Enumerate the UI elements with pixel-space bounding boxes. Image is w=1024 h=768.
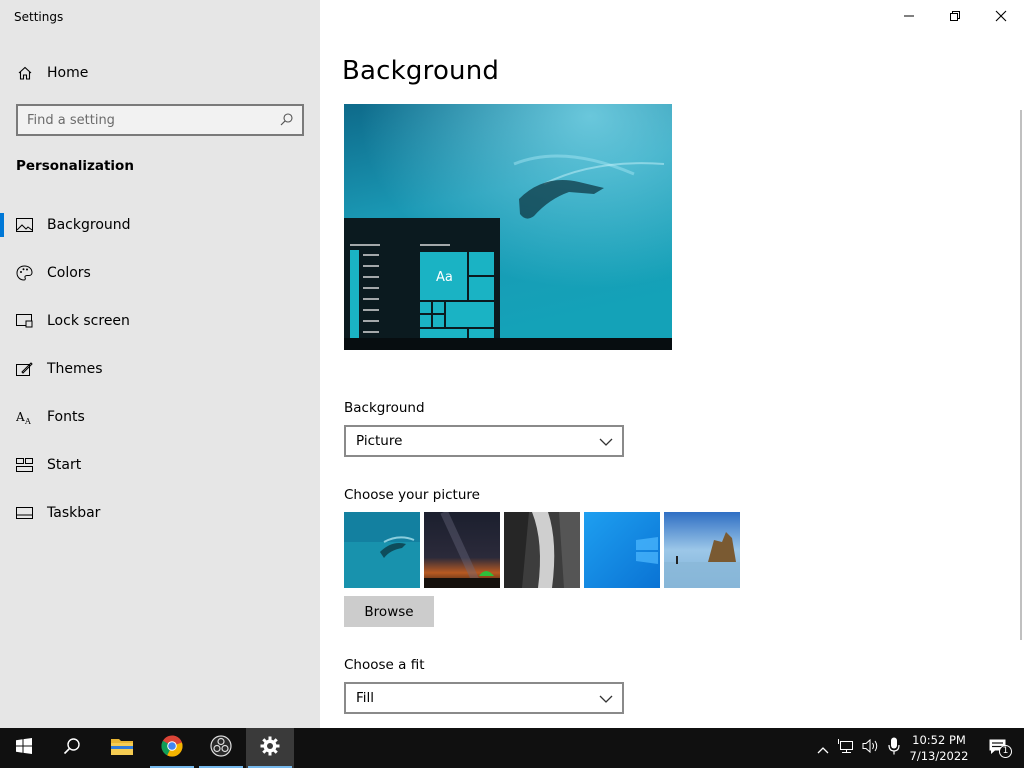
fonts-icon: AA — [16, 409, 33, 426]
settings-button[interactable] — [246, 728, 294, 768]
svg-text:A: A — [16, 410, 25, 424]
settings-icon — [260, 736, 280, 760]
obs-icon — [210, 735, 232, 761]
close-button[interactable] — [978, 0, 1024, 32]
sidebar-item-label: Colors — [47, 265, 91, 281]
chevron-down-icon — [599, 692, 613, 708]
fit-dropdown-value: Fill — [356, 690, 375, 706]
chrome-icon — [161, 735, 183, 761]
show-hidden-icons-button[interactable] — [812, 728, 834, 768]
sidebar-item-taskbar[interactable]: Taskbar — [0, 489, 320, 537]
picture-icon — [16, 217, 33, 234]
notification-count-badge: 1 — [999, 745, 1012, 758]
preview-tile-label: Aa — [436, 270, 453, 285]
close-icon — [995, 7, 1007, 26]
taskbar: 10:52 PM 7/13/2022 1 — [0, 728, 1024, 768]
background-label: Background — [344, 400, 425, 416]
sidebar-item-label: Fonts — [47, 409, 85, 425]
restore-button[interactable] — [932, 0, 978, 32]
file-explorer-icon — [111, 737, 133, 759]
svg-text:A: A — [24, 417, 31, 425]
picture-thumbnail-beach[interactable] — [664, 512, 740, 588]
action-center-button[interactable]: 1 — [978, 728, 1018, 768]
start-button[interactable] — [0, 728, 48, 768]
main-content: Background Aa Background Picture Choose … — [320, 0, 1024, 728]
page-title: Background — [342, 56, 500, 86]
themes-icon — [16, 361, 33, 378]
sidebar-item-label: Background — [47, 217, 131, 233]
volume-button[interactable] — [860, 728, 882, 768]
lock-screen-icon — [16, 313, 33, 330]
sidebar-item-lock-screen[interactable]: Lock screen — [0, 297, 320, 345]
picture-thumbnail-night-sky[interactable] — [424, 512, 500, 588]
sidebar-item-colors[interactable]: Colors — [0, 249, 320, 297]
window-controls — [886, 0, 1024, 32]
sidebar-item-fonts[interactable]: AA Fonts — [0, 393, 320, 441]
clock[interactable]: 10:52 PM 7/13/2022 — [900, 732, 978, 764]
background-dropdown-value: Picture — [356, 433, 403, 449]
sidebar-nav: Background Colors Lock screen Themes AA … — [0, 201, 320, 537]
file-explorer-button[interactable] — [98, 728, 146, 768]
browse-button[interactable]: Browse — [344, 596, 434, 627]
home-icon — [16, 65, 33, 82]
restore-icon — [949, 7, 961, 26]
taskbar-icon — [16, 505, 33, 522]
section-title: Personalization — [16, 158, 134, 174]
home-label: Home — [47, 65, 89, 81]
palette-icon — [16, 265, 33, 282]
sidebar-item-label: Start — [47, 457, 82, 473]
search-icon[interactable] — [279, 112, 294, 131]
minimize-icon — [903, 7, 915, 26]
taskbar-search-button[interactable] — [48, 728, 96, 768]
chrome-button[interactable] — [148, 728, 196, 768]
sidebar-item-label: Taskbar — [47, 505, 101, 521]
fit-label: Choose a fit — [344, 657, 425, 673]
choose-picture-label: Choose your picture — [344, 487, 480, 503]
sidebar-item-start[interactable]: Start — [0, 441, 320, 489]
volume-icon — [862, 738, 880, 758]
start-menu-icon — [16, 457, 33, 474]
notification-icon: 1 — [988, 738, 1012, 758]
sidebar: Settings Home Personalization Background… — [0, 0, 320, 728]
home-link[interactable]: Home — [16, 62, 88, 84]
sidebar-item-label: Themes — [47, 361, 103, 377]
scrollbar[interactable] — [1020, 110, 1022, 640]
clock-time: 10:52 PM — [912, 733, 966, 747]
sidebar-item-label: Lock screen — [47, 313, 130, 329]
preview-wallpaper — [344, 104, 672, 350]
sidebar-item-themes[interactable]: Themes — [0, 345, 320, 393]
picture-thumbnail-underwater[interactable] — [344, 512, 420, 588]
network-icon — [838, 738, 856, 758]
microphone-icon — [888, 737, 900, 759]
obs-button[interactable] — [197, 728, 245, 768]
clock-date: 7/13/2022 — [909, 749, 969, 763]
network-button[interactable] — [836, 728, 858, 768]
search-icon — [63, 737, 81, 759]
windows-logo-icon — [16, 738, 32, 758]
sidebar-item-background[interactable]: Background — [0, 201, 320, 249]
search-input[interactable] — [18, 112, 268, 128]
search-box[interactable] — [16, 104, 304, 136]
app-title: Settings — [14, 10, 64, 24]
picture-thumbnails — [344, 512, 744, 588]
picture-thumbnail-windows-light[interactable] — [584, 512, 660, 588]
minimize-button[interactable] — [886, 0, 932, 32]
chevron-down-icon — [599, 435, 613, 451]
picture-thumbnail-waterfall[interactable] — [504, 512, 580, 588]
chevron-up-icon — [817, 739, 829, 758]
desktop-preview: Aa — [344, 104, 672, 350]
background-dropdown[interactable]: Picture — [344, 425, 624, 457]
fit-dropdown[interactable]: Fill — [344, 682, 624, 714]
